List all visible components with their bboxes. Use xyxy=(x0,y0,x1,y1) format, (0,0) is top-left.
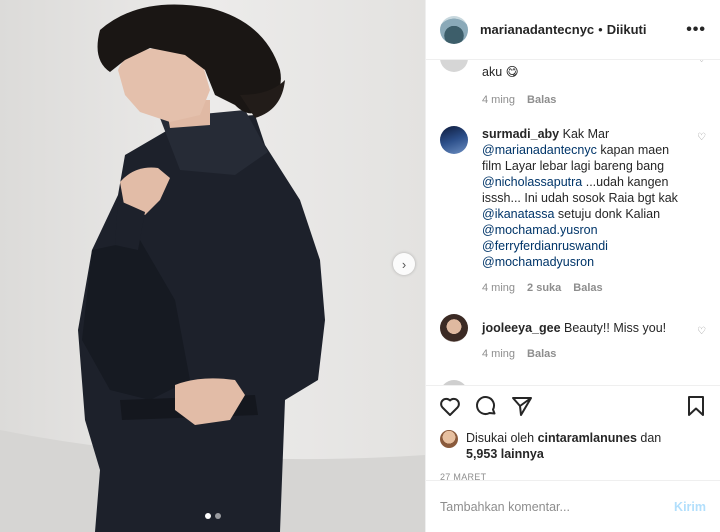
comment-username[interactable]: surmadi_aby xyxy=(482,127,559,141)
post-comment-button[interactable]: Kirim xyxy=(674,500,706,514)
carousel-indicator xyxy=(0,513,425,519)
comment-time[interactable]: 4 ming xyxy=(482,92,515,108)
likes-summary: Disukai oleh cintaramlanunes dan 5,953 l… xyxy=(426,430,720,462)
comment-text: aku 😋 xyxy=(482,65,519,79)
comment-likes[interactable]: 2 suka xyxy=(527,280,561,296)
post-header: marianadantecnyc • Diikuti ••• xyxy=(426,0,720,60)
liker-avatar[interactable] xyxy=(440,430,458,448)
comment-time[interactable]: 4 ming xyxy=(482,280,515,296)
comment-text: jooleeya_gee Beauty!! Miss you! xyxy=(482,320,686,336)
post-sidebar: marianadantecnyc • Diikuti ••• aku 😋 4 m… xyxy=(425,0,720,532)
comment-avatar[interactable] xyxy=(440,60,468,72)
mention-link[interactable]: @ikanatassa xyxy=(482,207,554,221)
comment-text: surmadi_aby Kak Mar @marianadantecnyc ka… xyxy=(482,126,686,270)
comment-text-fragment: setuju donk Kalian xyxy=(554,207,661,221)
comment-icon[interactable] xyxy=(474,394,498,423)
mention-link[interactable]: @mochamad.yusron xyxy=(482,223,598,237)
likes-prefix: Disukai oleh xyxy=(466,431,535,445)
comment-avatar[interactable] xyxy=(440,126,468,154)
heart-icon[interactable] xyxy=(438,394,462,423)
like-comment-icon[interactable]: ♡ xyxy=(697,132,706,143)
comment-item: jooleeya_gee Beauty!! Miss you! 4 ming B… xyxy=(440,314,706,362)
author-username[interactable]: marianadantecnyc xyxy=(480,22,594,37)
author-avatar[interactable] xyxy=(440,15,468,44)
reply-button[interactable]: Balas xyxy=(527,346,556,362)
liker-username[interactable]: cintaramlanunes xyxy=(538,431,637,445)
header-separator: • xyxy=(598,22,603,37)
bookmark-icon[interactable] xyxy=(684,394,708,423)
comment-avatar[interactable] xyxy=(440,380,468,385)
likes-and: dan xyxy=(640,431,662,445)
comment-input[interactable] xyxy=(440,499,675,514)
comment-text-fragment: Kak Mar xyxy=(562,127,610,141)
add-comment-bar: Kirim xyxy=(426,480,720,532)
mention-link[interactable]: @ferryferdianruswandi xyxy=(482,239,608,253)
next-slide-button[interactable]: › xyxy=(393,253,415,275)
post-date[interactable]: 27 MARET xyxy=(426,462,720,482)
comment-item xyxy=(440,380,706,385)
mention-link[interactable]: @marianadantecnyc xyxy=(482,143,597,157)
comment-time[interactable]: 4 ming xyxy=(482,346,515,362)
comments-list[interactable]: aku 😋 4 ming Balas ♡ surmadi_aby Kak Mar… xyxy=(426,60,720,385)
chevron-right-icon: › xyxy=(401,256,407,272)
reply-button[interactable]: Balas xyxy=(573,280,602,296)
photo-image xyxy=(0,0,425,532)
post-photo[interactable]: › xyxy=(0,0,425,532)
carousel-dot-1 xyxy=(204,513,211,519)
carousel-dot-2 xyxy=(214,513,221,519)
comment-item: surmadi_aby Kak Mar @marianadantecnyc ka… xyxy=(440,126,706,296)
reply-button[interactable]: Balas xyxy=(527,92,556,108)
more-options-icon[interactable]: ••• xyxy=(686,21,706,39)
follow-status-button[interactable]: Diikuti xyxy=(607,22,647,37)
share-icon[interactable] xyxy=(510,394,534,423)
mention-link[interactable]: @mochamadyusron xyxy=(482,255,594,269)
post-actions xyxy=(426,385,720,430)
mention-link[interactable]: @nicholassaputra xyxy=(482,175,582,189)
like-comment-icon[interactable]: ♡ xyxy=(697,60,706,65)
comment-message: Beauty!! Miss you! xyxy=(564,321,667,335)
comment-message: Kak Mar @marianadantecnyc kapan maen fil… xyxy=(482,127,678,269)
likes-others-button[interactable]: 5,953 lainnya xyxy=(466,447,544,461)
like-comment-icon[interactable]: ♡ xyxy=(697,326,706,337)
comment-username[interactable]: jooleeya_gee xyxy=(482,321,561,335)
comment-item: aku 😋 4 ming Balas ♡ xyxy=(440,60,706,108)
comment-avatar[interactable] xyxy=(440,314,468,342)
